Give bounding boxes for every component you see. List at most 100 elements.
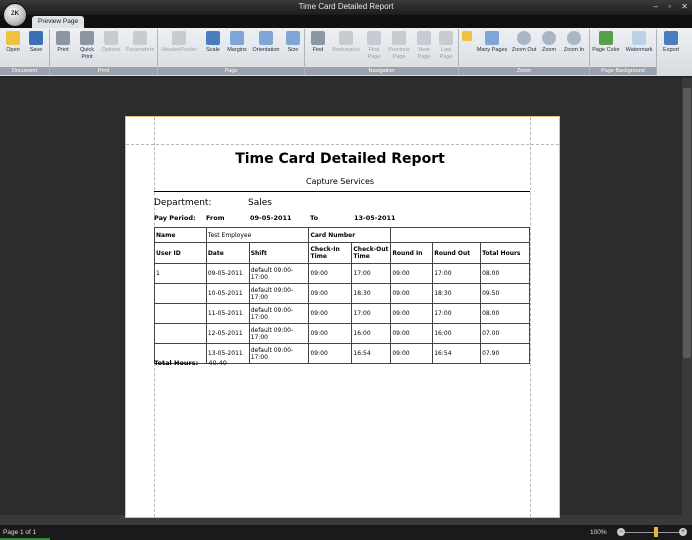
table-cell: 09:00	[308, 303, 353, 324]
folder-icon	[6, 31, 20, 45]
orientation-button[interactable]: Orientation	[250, 31, 282, 54]
tab-preview-page[interactable]: Preview Page	[32, 16, 85, 28]
table-row: 10-05-2011 default 09:00-17:00 09:00 18:…	[154, 283, 530, 304]
group-label: Document	[0, 67, 49, 75]
table-cell: default 09:00-17:00	[248, 303, 310, 324]
pay-period-label: Pay Period:	[154, 214, 196, 222]
bookmarks-button[interactable]: Bookmarks	[330, 31, 362, 54]
margins-button[interactable]: Margins	[225, 31, 249, 54]
table-cell: 07.00	[480, 323, 530, 344]
minimize-button[interactable]: –	[654, 2, 658, 11]
table-cell: 07.90	[480, 343, 530, 364]
group-label: Zoom	[459, 67, 589, 75]
to-value: 13-05-2011	[354, 214, 396, 222]
table-cell: 09-05-2011	[205, 263, 250, 284]
title-divider	[154, 191, 530, 192]
table-cell: 09:00	[308, 323, 353, 344]
table-cell: 16:00	[351, 323, 392, 344]
report-page: Time Card Detailed Report Capture Servic…	[125, 116, 560, 518]
header-footer-button[interactable]: Header/Footer	[159, 31, 199, 54]
vertical-scrollbar-thumb[interactable]	[683, 88, 691, 358]
application-menu-button[interactable]: ZK	[3, 3, 27, 27]
printer-icon	[56, 31, 70, 45]
ribbon-group-print: Print Quick Print Options Parameters Pri…	[50, 29, 158, 75]
table-cell: default 09:00-17:00	[248, 263, 310, 284]
zoom-out-button[interactable]: Zoom Out	[511, 31, 537, 54]
report-title: Time Card Detailed Report	[235, 151, 445, 167]
page-size-icon	[286, 31, 300, 45]
group-label: Page Background	[590, 67, 656, 75]
previous-page-button[interactable]: Previous Page	[386, 31, 412, 60]
ribbon-group-export: Export	[657, 29, 685, 75]
close-button[interactable]: ✕	[681, 2, 688, 11]
quick-print-button[interactable]: Quick Print	[76, 31, 98, 60]
table-cell	[154, 283, 207, 304]
page-indicator: Page 1 of 1	[3, 529, 37, 536]
window-title: Time Card Detailed Report	[298, 2, 394, 11]
ribbon-group-page-background: Page Color Watermark Page Background	[590, 29, 657, 75]
restore-button[interactable]: ▫	[668, 2, 671, 11]
table-cell: 1	[154, 263, 207, 284]
options-button[interactable]: Options	[100, 31, 122, 54]
table-cell: 16:54	[351, 343, 392, 364]
ribbon-group-document: Open Save Document	[0, 29, 50, 75]
table-cell: 17:00	[351, 263, 392, 284]
table-row: 11-05-2011 default 09:00-17:00 09:00 17:…	[154, 303, 530, 324]
column-header: Total Hours	[480, 242, 530, 264]
find-button[interactable]: Find	[308, 31, 328, 54]
page-color-button[interactable]: Page Color	[592, 31, 620, 54]
open-button[interactable]: Open	[3, 31, 23, 54]
table-cell: 09:00	[390, 263, 434, 284]
table-cell: 18:30	[351, 283, 392, 304]
total-hours: Total Hours: 40.40	[154, 359, 227, 367]
many-pages-icon	[485, 31, 499, 45]
employee-row: Name Test Employee Card Number	[154, 227, 530, 243]
many-pages-button[interactable]: Many Pages	[475, 31, 509, 54]
ribbon-group-page: Header/Footer Scale Margins Orientation …	[158, 29, 305, 75]
name-value: Test Employee	[205, 227, 310, 243]
card-number-label: Card Number	[308, 227, 392, 243]
zoom-slider-knob[interactable]	[654, 527, 659, 537]
size-button[interactable]: Size	[283, 31, 303, 54]
zoom-out-icon[interactable]: −	[617, 528, 625, 536]
previous-page-icon	[392, 31, 406, 45]
parameters-button[interactable]: Parameters	[124, 31, 156, 54]
zoom-slider[interactable]: − +	[617, 527, 687, 537]
vertical-scrollbar[interactable]	[682, 78, 692, 515]
next-page-icon	[417, 31, 431, 45]
status-bar: Page 1 of 1 100% − +	[0, 525, 692, 540]
zoom-in-button[interactable]: Zoom In	[562, 31, 586, 54]
next-page-button[interactable]: Next Page	[414, 31, 434, 60]
zoom-button[interactable]: Zoom	[539, 31, 559, 54]
zoom-in-icon	[567, 31, 581, 45]
table-cell: 17:00	[432, 263, 482, 284]
last-page-button[interactable]: Last Page	[436, 31, 456, 60]
from-value: 09-05-2011	[250, 214, 292, 222]
parameters-icon	[133, 31, 147, 45]
ribbon-group-navigation: Find Bookmarks First Page Previous Page …	[305, 29, 459, 75]
pointer-tool-button[interactable]	[462, 31, 472, 43]
department-value: Sales	[248, 198, 272, 208]
print-button[interactable]: Print	[53, 31, 73, 54]
save-button[interactable]: Save	[26, 31, 46, 54]
column-header: Check-Out Time	[351, 242, 392, 264]
table-cell: 18:30	[432, 283, 482, 304]
report-subtitle: Capture Services	[305, 177, 375, 186]
options-icon	[104, 31, 118, 45]
header-footer-icon	[172, 31, 186, 45]
last-page-icon	[439, 31, 453, 45]
first-page-button[interactable]: First Page	[364, 31, 384, 60]
scale-button[interactable]: Scale	[202, 31, 224, 54]
paint-bucket-icon	[599, 31, 613, 45]
column-header: Check-In Time	[308, 242, 353, 264]
watermark-button[interactable]: Watermark	[623, 31, 655, 54]
first-page-icon	[367, 31, 381, 45]
group-label: Page	[158, 67, 304, 75]
export-button[interactable]: Export	[659, 31, 683, 54]
time-card-table: Name Test Employee Card Number User ID D…	[154, 227, 530, 364]
to-label: To	[310, 214, 319, 222]
zoom-in-icon[interactable]: +	[679, 528, 687, 536]
table-cell	[154, 303, 207, 324]
column-header: Date	[205, 242, 250, 264]
table-cell: 09:00	[390, 303, 434, 324]
